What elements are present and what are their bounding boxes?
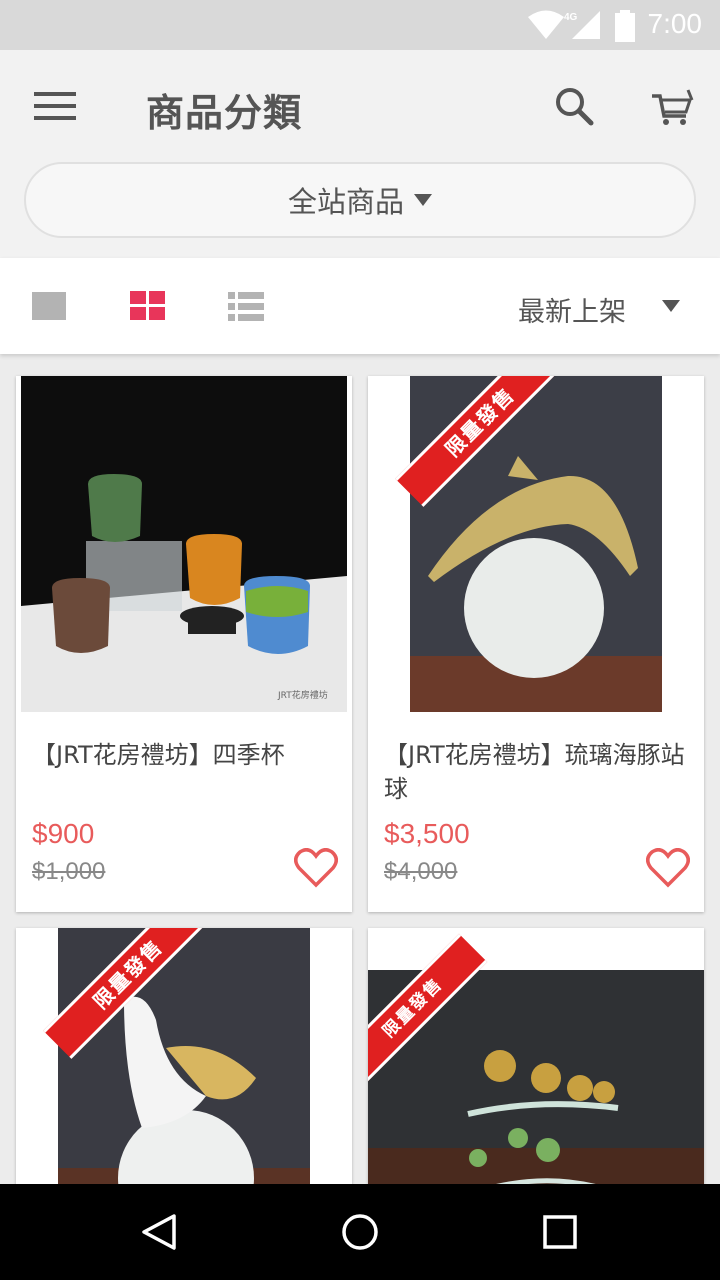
product-image[interactable]	[368, 376, 704, 716]
sort-dropdown[interactable]: 最新上架	[516, 286, 696, 328]
page-title: 商品分類	[146, 91, 303, 135]
watermark-text: JRT花房禮坊	[277, 689, 328, 701]
view-toolbar: 最新上架	[0, 258, 720, 354]
product-price: $3,500	[384, 818, 470, 849]
product-image[interactable]	[368, 928, 704, 1184]
product-card[interactable]: JRT花房禮坊 【JRT花房禮坊】四季杯 $900 $1,000	[16, 376, 352, 912]
battery-icon	[615, 10, 635, 42]
grid-view-icon[interactable]	[130, 291, 166, 321]
product-original-price: $4,000	[384, 858, 458, 885]
product-image[interactable]: JRT花房禮坊	[16, 376, 352, 716]
network-type-label: 4G	[564, 12, 578, 23]
hamburger-icon[interactable]	[34, 90, 78, 122]
status-time: 7:00	[647, 8, 703, 39]
back-icon[interactable]	[140, 1212, 180, 1252]
recents-icon[interactable]	[542, 1212, 578, 1252]
product-name[interactable]: 【JRT花房禮坊】四季杯	[32, 738, 340, 772]
caret-down-icon	[414, 194, 432, 206]
heart-icon[interactable]	[646, 848, 690, 888]
product-original-price: $1,000	[32, 858, 106, 885]
product-grid: JRT花房禮坊 【JRT花房禮坊】四季杯 $900 $1,000 限量發售 【J…	[0, 354, 720, 1184]
single-view-icon[interactable]	[32, 292, 66, 320]
caret-down-icon	[662, 300, 680, 312]
wifi-icon	[528, 10, 564, 39]
search-icon[interactable]	[554, 86, 594, 126]
product-image[interactable]	[16, 928, 352, 1184]
home-icon[interactable]	[340, 1212, 380, 1252]
cart-icon[interactable]	[650, 86, 694, 126]
heart-icon[interactable]	[294, 848, 338, 888]
status-bar: 4G 7:00	[0, 0, 720, 50]
system-nav-bar	[0, 1184, 720, 1280]
category-selected-label: 全站商品	[287, 185, 404, 219]
product-card[interactable]: 限量發售	[368, 928, 704, 1184]
cellular-signal-icon: 4G	[564, 11, 600, 39]
category-dropdown[interactable]: 全站商品	[24, 162, 696, 238]
sort-selected-label: 最新上架	[518, 297, 626, 328]
product-name[interactable]: 【JRT花房禮坊】琉璃海豚站球	[384, 738, 692, 806]
product-price: $900	[32, 818, 95, 849]
product-card[interactable]: 限量發售 【JRT花房禮坊】琉璃海豚站球 $3,500 $4,000	[368, 376, 704, 912]
list-view-icon[interactable]	[228, 292, 264, 322]
app-bar: 商品分類 全站商品	[0, 50, 720, 258]
product-card[interactable]: 限量發售	[16, 928, 352, 1184]
